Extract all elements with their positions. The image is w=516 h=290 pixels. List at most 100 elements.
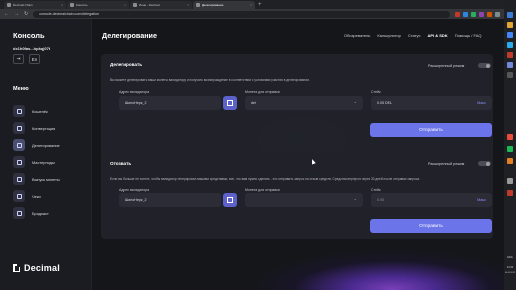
chevron-down-icon: ⌄ [353, 99, 357, 104]
masternode-icon [13, 156, 25, 168]
qr-icon [227, 100, 233, 106]
nav-api[interactable]: API & SDK [427, 33, 447, 38]
app-icon[interactable] [507, 134, 513, 140]
reload-icon[interactable]: ↻ [24, 11, 28, 17]
qr-scan-button[interactable] [223, 96, 237, 110]
discord-icon[interactable] [507, 62, 513, 68]
sidebar-item-wallet[interactable]: Кошелёк [13, 105, 85, 117]
taskbar: ENG 13:20 06.09.2023 [504, 0, 516, 290]
tab-favicon-icon [196, 3, 200, 7]
wallet-address[interactable]: dx1h0fas...hpkqj07t [13, 46, 50, 51]
tab-favicon-icon [133, 3, 137, 7]
close-tab-icon[interactable]: × [124, 3, 126, 7]
qr-icon [227, 197, 233, 203]
app-icon[interactable] [507, 178, 513, 184]
validator-input[interactable]: ШиноНерк_2 [119, 193, 221, 207]
app-icon[interactable] [507, 190, 513, 196]
amount-input[interactable]: 0.05 DEL Макс [371, 96, 492, 110]
advanced-mode-label: Расширенный режим [428, 162, 465, 166]
logout-button[interactable]: ⇥ [13, 54, 24, 64]
delegate-title: Делегировать [110, 62, 143, 67]
undelegate-submit-button[interactable]: Отправить [370, 219, 492, 233]
convert-icon [13, 122, 25, 134]
coin-issue-icon [13, 173, 25, 185]
browser-tab-active[interactable]: Делегирование × [193, 1, 255, 9]
browser-tab[interactable]: Decimal Chain × [4, 1, 66, 9]
advanced-mode-label: Расширенный режим [428, 64, 465, 68]
keyboard-language[interactable]: ENG [504, 256, 516, 259]
sidebar-title: Консоль [13, 31, 45, 40]
coin-label: Монета для отправки [245, 188, 280, 192]
app-icon[interactable] [507, 52, 513, 58]
url-input[interactable]: console.decimalchain.com/delegation [33, 10, 450, 18]
advanced-mode-toggle[interactable] [478, 161, 491, 166]
browser-tab[interactable]: Консоль × [67, 1, 129, 9]
sidebar-item-convert[interactable]: Конвертация [13, 122, 85, 134]
amount-input[interactable]: 0.05 Макс [371, 193, 492, 207]
app-icon[interactable] [507, 146, 513, 152]
wallet-icon [13, 105, 25, 117]
delegate-description: Вы можете делегировать ваши монеты валид… [110, 78, 310, 82]
undelegate-description: Если вы больше не хотите, чтобы валидато… [110, 177, 421, 181]
logout-icon: ⇥ [16, 56, 21, 61]
coin-label: Монета для отправки [245, 90, 280, 94]
app-icon[interactable] [507, 72, 513, 78]
max-button[interactable]: Макс [477, 198, 486, 202]
amount-label: Стейк [371, 188, 381, 192]
page-title: Делегирование [102, 31, 157, 40]
app-icon[interactable] [507, 158, 513, 164]
validator-label: Адрес валидатора [119, 90, 150, 94]
coin-select[interactable]: del ⌄ [245, 96, 363, 110]
browser-tab-bar: Decimal Chain × Консоль × Иннн - Decimal × … [0, 0, 504, 9]
back-icon[interactable]: ← [4, 11, 9, 17]
browser-tab[interactable]: Иннн - Decimal × [130, 1, 192, 9]
address-bar: ← → ↻ console.decimalchain.com/delegatio… [0, 9, 504, 19]
qr-scan-button[interactable] [223, 193, 237, 207]
broadcast-icon [13, 207, 25, 219]
sidebar-item-broadcast[interactable]: Бродкаст [13, 207, 85, 219]
clock-time[interactable]: 13:20 [504, 266, 516, 269]
chrome-icon[interactable] [507, 32, 513, 38]
validator-input[interactable]: ШиноНерк_2 [119, 96, 221, 110]
delegation-icon [13, 139, 25, 151]
sidebar: Консоль dx1h0fas...hpkqj07t ⇥ En Меню Ко… [0, 19, 92, 290]
coin-select[interactable]: ⌄ [245, 193, 363, 207]
telegram-icon[interactable] [507, 42, 513, 48]
delegate-submit-button[interactable]: Отправить [370, 123, 492, 137]
language-button[interactable]: En [29, 54, 40, 64]
app-icon[interactable] [507, 12, 513, 18]
extension-icon[interactable] [479, 11, 484, 17]
sidebar-item-checks[interactable]: Чеки [13, 190, 85, 202]
nav-explorer[interactable]: Обозреватель [344, 33, 370, 38]
extension-icon[interactable] [487, 11, 492, 17]
extension-icon[interactable] [455, 11, 460, 17]
chevron-down-icon: ⌄ [353, 196, 357, 201]
max-button[interactable]: Макс [477, 101, 486, 105]
folder-icon[interactable] [507, 22, 513, 28]
undelegate-card: Отозвать Расширенный режим Если вы больш… [101, 153, 493, 239]
sidebar-item-delegation[interactable]: Делегирование [13, 139, 85, 151]
close-tab-icon[interactable]: × [61, 3, 63, 7]
clock-date[interactable]: 06.09.2023 [504, 272, 516, 274]
tab-favicon-icon [70, 3, 74, 7]
checks-icon [13, 190, 25, 202]
sidebar-item-coin-issue[interactable]: Выпуск монеты [13, 173, 85, 185]
new-tab-button[interactable]: + [258, 1, 262, 9]
nav-status[interactable]: Статус [408, 33, 421, 38]
nav-help[interactable]: Помощь / FAQ [455, 33, 482, 38]
forward-icon[interactable]: → [14, 11, 19, 17]
close-tab-icon[interactable]: × [250, 3, 252, 7]
close-tab-icon[interactable]: × [187, 3, 189, 7]
validator-label: Адрес валидатора [119, 188, 150, 192]
main-content: Делегирование Обозреватель Калькулятор С… [92, 19, 504, 290]
advanced-mode-toggle[interactable] [478, 63, 491, 68]
sidebar-item-masternodes[interactable]: Мастерноды [13, 156, 85, 168]
profile-icon[interactable] [495, 11, 500, 17]
extension-icon[interactable] [463, 11, 468, 17]
extension-icon[interactable] [471, 11, 476, 17]
delegate-card: Делегировать Расширенный режим Вы можете… [101, 54, 493, 160]
tab-favicon-icon [7, 3, 11, 7]
nav-calculator[interactable]: Калькулятор [377, 33, 400, 38]
top-nav: Обозреватель Калькулятор Статус API & SD… [344, 33, 482, 38]
brand-logo: Decimal [13, 263, 60, 273]
